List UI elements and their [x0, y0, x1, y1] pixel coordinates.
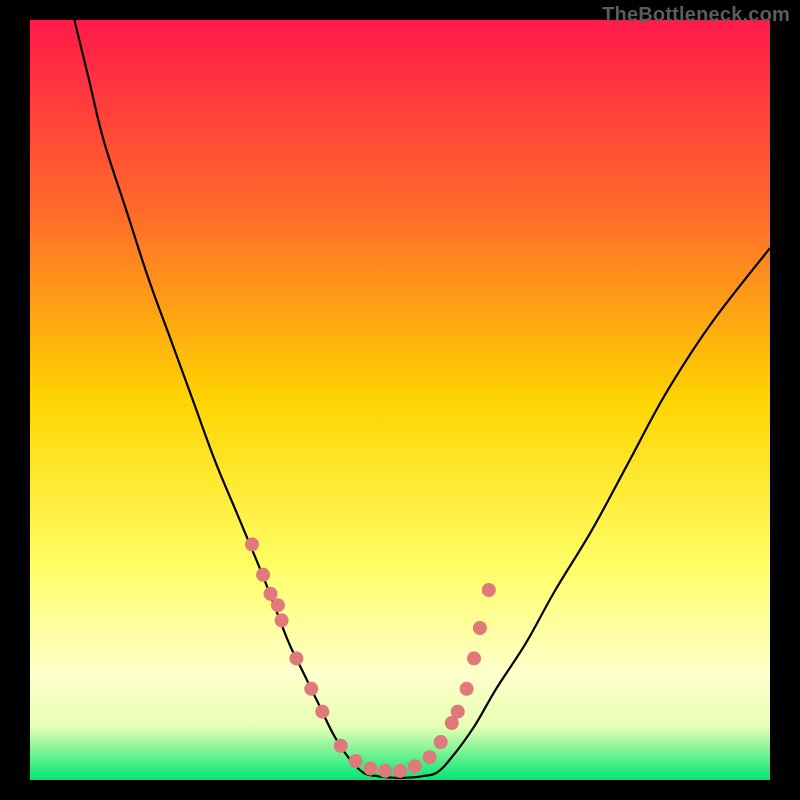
fit-marker	[363, 762, 377, 776]
fit-marker	[304, 682, 318, 696]
fit-marker	[275, 613, 289, 627]
fit-marker	[256, 568, 270, 582]
fit-marker	[460, 682, 474, 696]
gradient-background	[30, 20, 770, 780]
fit-marker	[334, 739, 348, 753]
outer-frame: TheBottleneck.com	[0, 0, 800, 800]
fit-marker	[245, 537, 259, 551]
fit-marker	[289, 651, 303, 665]
fit-marker	[378, 764, 392, 778]
plot-area	[30, 20, 770, 780]
fit-marker	[271, 598, 285, 612]
fit-marker	[482, 583, 496, 597]
fit-marker	[408, 759, 422, 773]
fit-marker	[315, 705, 329, 719]
fit-marker	[451, 705, 465, 719]
fit-marker	[467, 651, 481, 665]
fit-marker	[473, 621, 487, 635]
bottleneck-chart	[30, 20, 770, 780]
fit-marker	[393, 764, 407, 778]
watermark-text: TheBottleneck.com	[602, 4, 790, 27]
fit-marker	[423, 750, 437, 764]
fit-marker	[434, 735, 448, 749]
fit-marker	[349, 754, 363, 768]
